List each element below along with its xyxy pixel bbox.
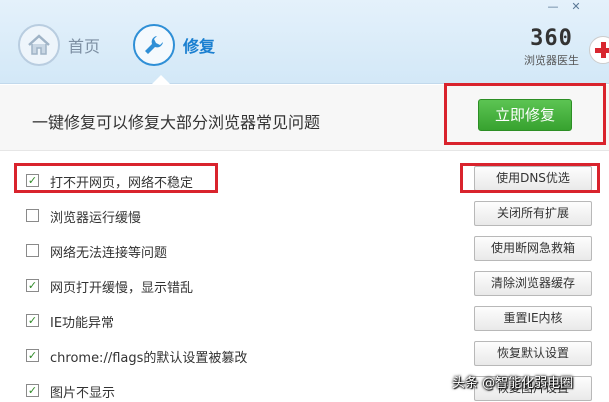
close-button[interactable]: ✕ <box>565 0 587 16</box>
clear-cache-button[interactable]: 清除浏览器缓存 <box>474 271 592 296</box>
tab-home-label: 首页 <box>68 37 101 56</box>
issue-row: 网络无法连接等问题 使用断网急救箱 <box>0 234 609 266</box>
issue-checkbox[interactable]: ✓ <box>26 279 39 292</box>
active-tab-pointer <box>151 75 171 85</box>
window-controls: — <box>542 0 564 16</box>
dns-optimize-button[interactable]: 使用DNS优选 <box>474 166 592 191</box>
close-extensions-button[interactable]: 关闭所有扩展 <box>474 201 592 226</box>
brand-number: 360 <box>530 26 573 51</box>
home-icon <box>18 24 60 66</box>
issue-row: ✓ 打不开网页，网络不稳定 使用DNS优选 <box>0 164 609 196</box>
watermark: 头条 @智能化弱电圈 <box>452 376 574 391</box>
tab-home[interactable]: 首页 <box>18 19 100 71</box>
issue-label: 图片不显示 <box>50 386 116 401</box>
issue-row: ✓ chrome://flags的默认设置被篡改 恢复默认设置 <box>0 339 609 371</box>
issue-label: chrome://flags的默认设置被篡改 <box>50 351 248 366</box>
issue-label: 浏览器运行缓慢 <box>50 211 142 226</box>
issue-row: ✓ IE功能异常 重置IE内核 <box>0 304 609 336</box>
issue-checkbox[interactable] <box>26 244 39 257</box>
tab-repair[interactable]: 修复 <box>133 19 215 71</box>
reset-ie-button[interactable]: 重置IE内核 <box>474 306 592 331</box>
banner-text: 一键修复可以修复大部分浏览器常见问题 <box>32 113 321 132</box>
app-header: — ✕ 首页 修复 360 浏览器医生 <box>0 0 609 84</box>
tab-repair-label: 修复 <box>183 37 216 56</box>
brand: 360 浏览器医生 <box>524 28 579 68</box>
issue-row: 浏览器运行缓慢 关闭所有扩展 <box>0 199 609 231</box>
brand-name: 浏览器医生 <box>524 54 579 67</box>
wrench-icon <box>133 24 175 66</box>
minimize-button[interactable]: — <box>542 0 564 16</box>
fix-button-highlight: 立即修复 <box>444 83 606 145</box>
issue-checkbox[interactable]: ✓ <box>26 349 39 362</box>
issue-label: 网页打开缓慢，显示错乱 <box>50 281 194 296</box>
fix-now-button[interactable]: 立即修复 <box>478 99 572 131</box>
network-rescue-button[interactable]: 使用断网急救箱 <box>474 236 592 261</box>
restore-defaults-button[interactable]: 恢复默认设置 <box>474 341 592 366</box>
issue-checkbox[interactable] <box>26 209 39 222</box>
issue-label: IE功能异常 <box>50 316 115 331</box>
issue-checkbox[interactable]: ✓ <box>26 384 39 397</box>
medical-cross-icon <box>589 36 609 64</box>
issue-row: ✓ 网页打开缓慢，显示错乱 清除浏览器缓存 <box>0 269 609 301</box>
issue-checkbox[interactable]: ✓ <box>26 314 39 327</box>
issue-label: 打不开网页，网络不稳定 <box>50 176 194 191</box>
issue-checkbox[interactable]: ✓ <box>26 174 39 187</box>
issue-label: 网络无法连接等问题 <box>50 246 168 261</box>
